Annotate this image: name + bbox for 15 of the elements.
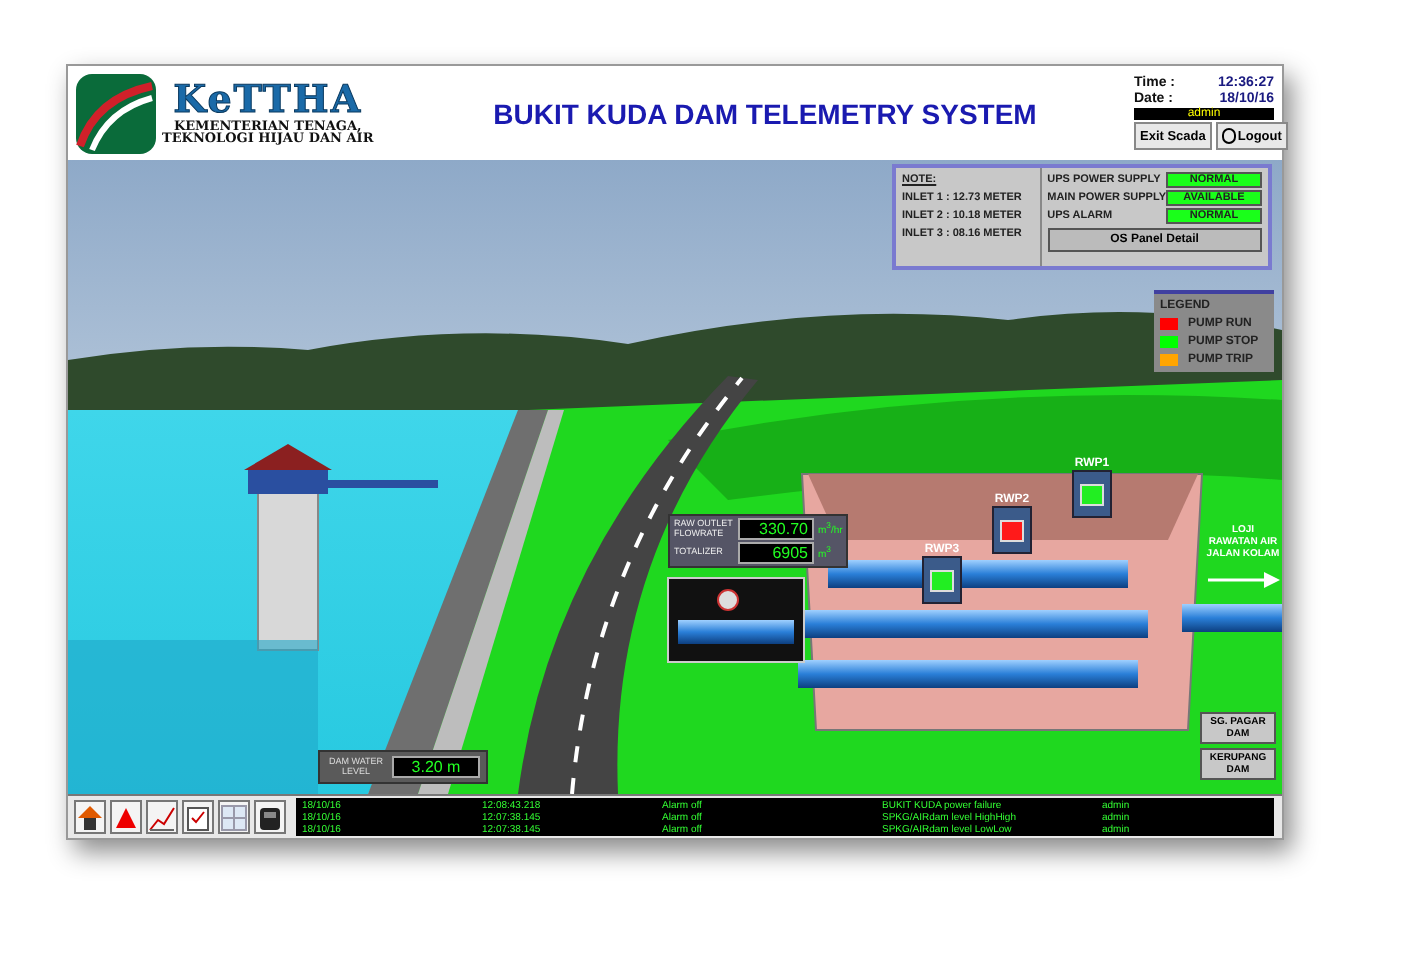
logo-leaf-icon (76, 73, 156, 153)
flow-value: 330.70 (738, 518, 814, 540)
pump-motor[interactable] (992, 506, 1032, 554)
logo-wordmark: KeTTHA (173, 81, 363, 119)
home-icon[interactable] (74, 800, 106, 834)
trend-chart-icon[interactable] (146, 800, 178, 834)
water-level-value: 3.20 m (392, 756, 480, 778)
flow-value: 6905 (738, 542, 814, 564)
pump-motor[interactable] (922, 556, 962, 604)
system-title: BUKIT KUDA DAM TELEMETRY SYSTEM (491, 97, 1039, 129)
printer-icon[interactable] (254, 800, 286, 834)
arrow-icon (1207, 572, 1279, 588)
mouse-icon (1221, 128, 1236, 144)
grid-icon[interactable] (218, 800, 250, 834)
pump-motor[interactable] (1072, 470, 1112, 518)
